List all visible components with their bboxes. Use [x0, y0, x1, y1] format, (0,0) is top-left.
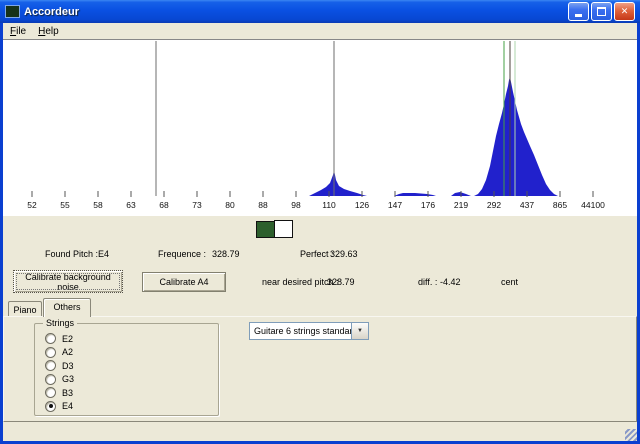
window-controls: ✕ [568, 2, 635, 21]
tab-piano[interactable]: Piano [8, 301, 42, 316]
x-tick-label: 292 [487, 200, 501, 210]
maximize-icon [597, 7, 606, 16]
preset-combobox[interactable]: Guitare 6 strings standard ▼ [249, 322, 369, 340]
menu-file[interactable]: File [10, 26, 26, 37]
x-tick-label: 63 [126, 200, 136, 210]
x-tick-label: 147 [388, 200, 402, 210]
string-option-g3[interactable]: G3 [45, 373, 74, 387]
cent-unit-label: cent [501, 277, 519, 287]
maximize-button[interactable] [591, 2, 612, 21]
x-tick-label: 865 [553, 200, 567, 210]
string-option-b3[interactable]: B3 [45, 386, 74, 400]
diff-label: diff. : [418, 277, 438, 287]
radio-button-icon [45, 360, 56, 372]
radio-label: D3 [62, 360, 74, 371]
chevron-down-icon: ▼ [357, 328, 363, 334]
radio-label: G3 [62, 374, 75, 385]
spectrum-peak [474, 77, 558, 196]
radio-label: E2 [62, 333, 74, 344]
menu-help[interactable]: Help [38, 26, 59, 37]
preset-combobox-value: Guitare 6 strings standard [254, 326, 351, 336]
menubar: File Help [3, 23, 640, 39]
titlebar: Accordeur ✕ [0, 0, 640, 23]
spectrum-peak [309, 170, 367, 196]
tuning-indicator-right [274, 220, 293, 238]
app-window: Accordeur ✕ File Help 52 55 58 63 68 73 80 88 98… [0, 0, 640, 444]
radio-button-icon [45, 373, 56, 385]
strings-radio-list: E2 A2 D3 G3 B3 E4 [45, 332, 74, 413]
app-icon [5, 5, 20, 18]
x-tick-label: 55 [60, 200, 70, 210]
x-tick-label: 110 [322, 200, 336, 210]
radio-button-icon [45, 346, 56, 358]
strings-group-title: Strings [43, 318, 78, 328]
perfect-label: Perfect : [300, 249, 334, 259]
combobox-dropdown-button[interactable]: ▼ [351, 323, 368, 339]
close-button[interactable]: ✕ [614, 2, 635, 21]
string-option-a2[interactable]: A2 [45, 346, 74, 360]
minimize-icon [575, 13, 582, 17]
x-tick-label: 126 [355, 200, 369, 210]
spectrum-chart: 52 55 58 63 68 73 80 88 98 110 126 147 176 219 292 437 8… [3, 39, 637, 216]
radio-label: E4 [62, 401, 74, 412]
resize-grip[interactable] [625, 429, 637, 441]
string-option-e4[interactable]: E4 [45, 400, 74, 414]
x-tick-label: 44100 [581, 200, 605, 210]
radio-button-icon [45, 333, 56, 345]
tab-others[interactable]: Others [43, 298, 91, 317]
radio-button-icon [45, 387, 56, 399]
x-tick-label: 58 [93, 200, 103, 210]
near-pitch-value: 328.79 [327, 277, 355, 287]
window-title: Accordeur [24, 5, 80, 18]
calibrate-noise-button[interactable]: Calibrate background noise [13, 270, 123, 293]
perfect-value: 329.63 [330, 249, 358, 259]
close-icon: ✕ [620, 6, 629, 16]
found-pitch-value: E4 [98, 249, 110, 259]
x-tick-label: 437 [520, 200, 534, 210]
x-tick-label: 98 [291, 200, 301, 210]
string-option-e2[interactable]: E2 [45, 332, 74, 346]
string-option-d3[interactable]: D3 [45, 359, 74, 373]
radio-label: A2 [62, 347, 74, 358]
found-pitch-label: Found Pitch : [45, 249, 99, 259]
x-tick-label: 219 [454, 200, 468, 210]
tuning-indicator-left [256, 221, 275, 238]
x-tick-label: 176 [421, 200, 435, 210]
calibrate-a4-button[interactable]: Calibrate A4 [142, 272, 226, 292]
x-tick-label: 68 [159, 200, 169, 210]
radio-label: B3 [62, 387, 74, 398]
x-tick-label: 52 [27, 200, 37, 210]
strings-groupbox: Strings E2 A2 D3 G3 B3 E4 [34, 318, 219, 416]
minimize-button[interactable] [568, 2, 589, 21]
radio-button-icon [45, 400, 56, 412]
x-tick-label: 80 [225, 200, 235, 210]
x-tick-label: 73 [192, 200, 202, 210]
spectrum-svg: 52 55 58 63 68 73 80 88 98 110 126 147 176 219 292 437 8… [27, 41, 605, 210]
frequency-value: 328.79 [212, 249, 240, 259]
frequency-label: Frequence : [158, 249, 207, 259]
spectrum-peak [394, 193, 436, 196]
x-tick-label: 88 [258, 200, 268, 210]
others-tab-panel: Strings E2 A2 D3 G3 B3 E4 Guitare 6 strings s… [3, 316, 637, 422]
diff-value: -4.42 [440, 277, 461, 287]
